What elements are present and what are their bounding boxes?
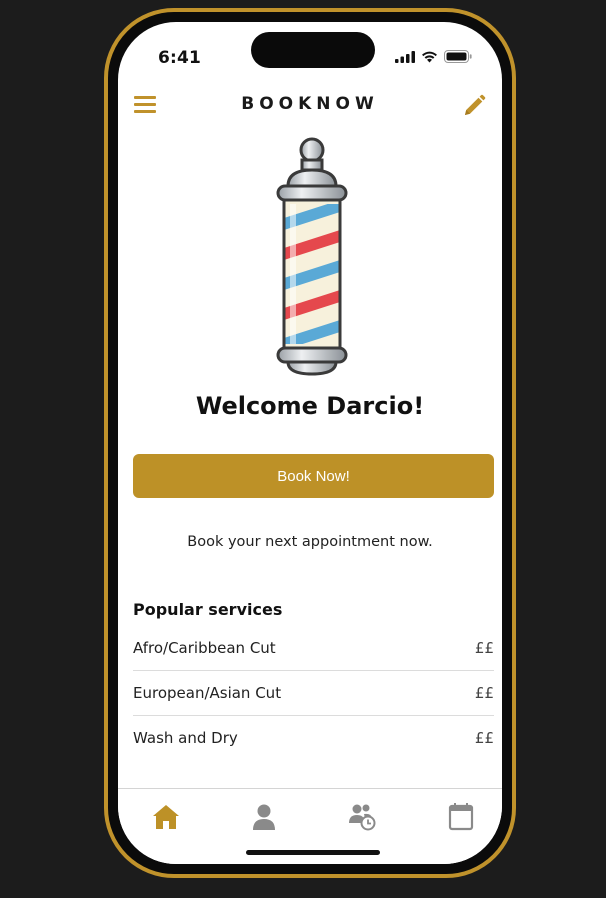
status-icons bbox=[395, 50, 472, 63]
service-price: ££ bbox=[474, 729, 494, 747]
service-name: Wash and Dry bbox=[133, 729, 238, 747]
service-price: ££ bbox=[474, 639, 494, 657]
home-icon bbox=[153, 805, 179, 829]
users-clock-icon bbox=[349, 804, 376, 831]
home-indicator bbox=[246, 850, 380, 855]
tab-calendar[interactable] bbox=[446, 803, 476, 831]
dynamic-island bbox=[251, 32, 375, 68]
app-screen: 6:41 BOOKNOW Welcome Darcio! Book Now! B… bbox=[118, 22, 502, 864]
edit-button[interactable] bbox=[462, 94, 486, 118]
tab-home[interactable] bbox=[151, 803, 181, 831]
book-subtitle: Book your next appointment now. bbox=[187, 534, 433, 550]
battery-icon bbox=[444, 50, 472, 63]
phone-frame: 6:41 BOOKNOW Welcome Darcio! Book Now! B… bbox=[104, 8, 516, 878]
signal-icon bbox=[395, 50, 415, 63]
service-name: Afro/Caribbean Cut bbox=[133, 639, 276, 657]
calendar-icon bbox=[448, 803, 474, 831]
welcome-heading: Welcome Darcio! bbox=[195, 392, 425, 420]
popular-services-title: Popular services bbox=[133, 600, 283, 619]
list-item[interactable]: European/Asian Cut ££ bbox=[133, 671, 494, 716]
app-header: BOOKNOW bbox=[118, 84, 502, 126]
list-item[interactable]: Wash and Dry ££ bbox=[133, 716, 494, 760]
pencil-icon bbox=[465, 94, 486, 115]
user-icon bbox=[253, 804, 275, 830]
list-item[interactable]: Afro/Caribbean Cut ££ bbox=[133, 626, 494, 671]
tab-appointments[interactable] bbox=[347, 803, 377, 831]
tab-profile[interactable] bbox=[249, 803, 279, 831]
service-name: European/Asian Cut bbox=[133, 684, 282, 702]
wifi-icon bbox=[422, 51, 437, 62]
book-now-button[interactable]: Book Now! bbox=[133, 454, 494, 498]
service-price: ££ bbox=[474, 684, 494, 702]
app-title: BOOKNOW bbox=[241, 94, 379, 114]
status-time: 6:41 bbox=[158, 48, 202, 68]
popular-services-list: Afro/Caribbean Cut ££ European/Asian Cut… bbox=[133, 626, 494, 760]
barber-pole-illustration bbox=[276, 137, 348, 376]
